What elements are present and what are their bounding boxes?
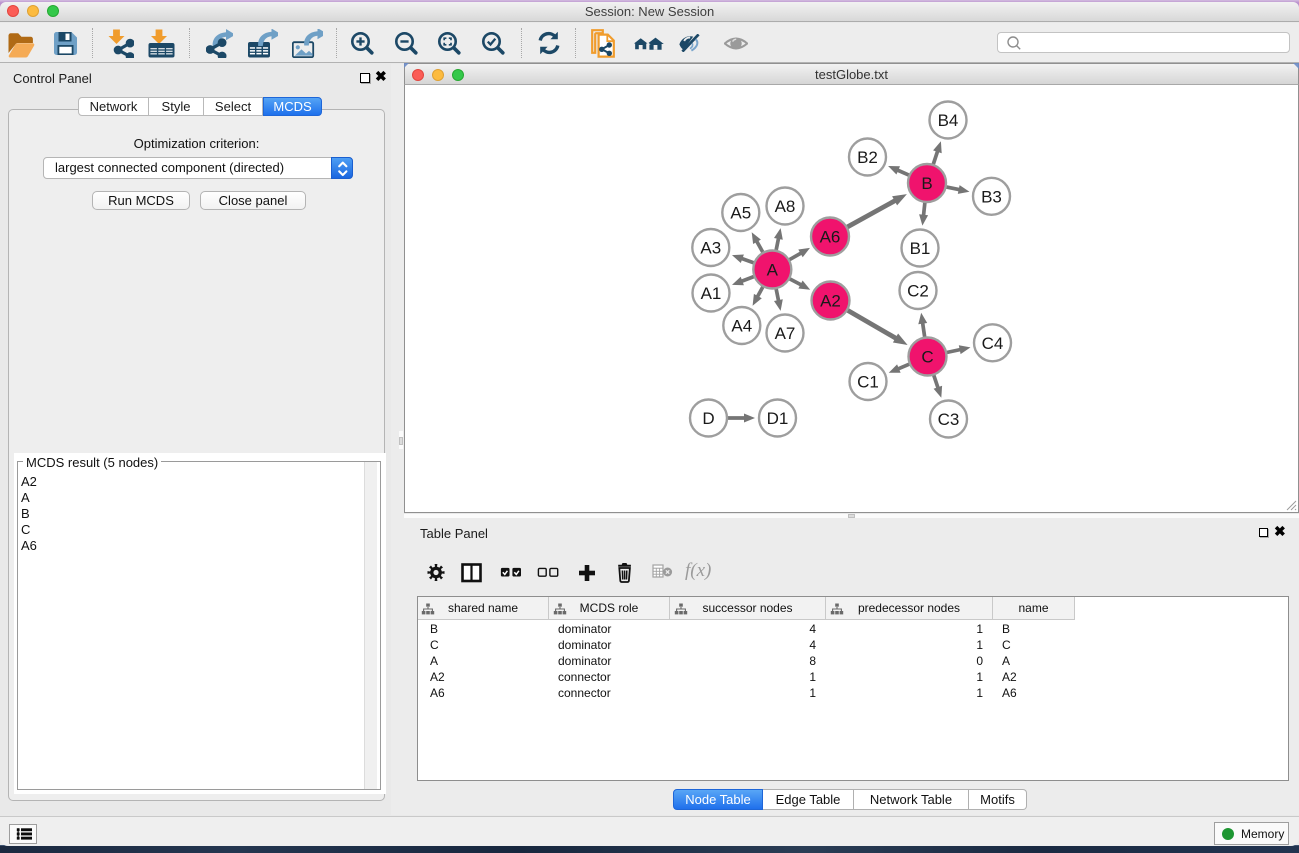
svg-text:B3: B3: [981, 187, 1002, 206]
svg-text:C: C: [921, 348, 933, 367]
svg-text:A8: A8: [775, 197, 796, 216]
svg-text:B1: B1: [910, 239, 931, 258]
svg-text:A3: A3: [700, 239, 721, 258]
svg-text:C4: C4: [982, 334, 1004, 353]
svg-text:B: B: [921, 174, 932, 193]
svg-text:B2: B2: [857, 148, 878, 167]
svg-text:B4: B4: [938, 111, 959, 130]
svg-text:A4: A4: [731, 317, 752, 336]
svg-text:D1: D1: [767, 409, 789, 428]
svg-text:A1: A1: [701, 284, 722, 303]
svg-text:A6: A6: [820, 228, 841, 247]
svg-text:C3: C3: [938, 410, 960, 429]
svg-text:A5: A5: [730, 204, 751, 223]
svg-text:A7: A7: [775, 324, 796, 343]
svg-text:A: A: [767, 261, 779, 280]
svg-text:C1: C1: [857, 373, 879, 392]
svg-text:A2: A2: [820, 292, 841, 311]
svg-text:C2: C2: [907, 282, 929, 301]
svg-text:D: D: [702, 409, 714, 428]
